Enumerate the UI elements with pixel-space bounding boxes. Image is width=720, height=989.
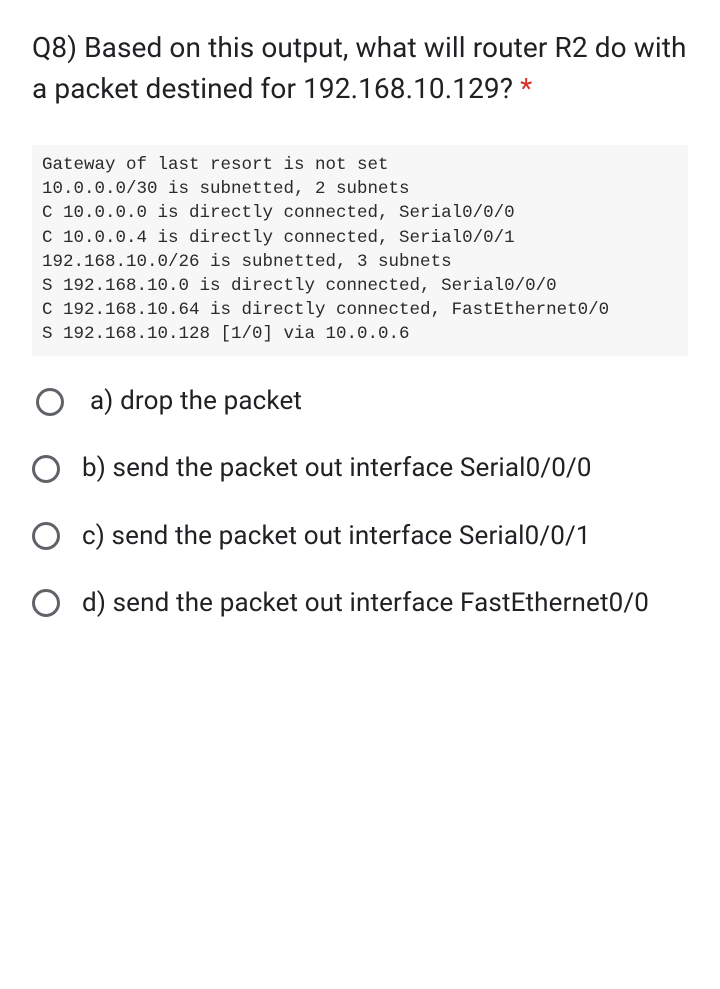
option-label-c: c) send the packet out interface Serial0…: [82, 519, 591, 554]
question-text: Q8) Based on this output, what will rout…: [32, 31, 687, 105]
option-d[interactable]: d) send the packet out interface FastEth…: [32, 586, 688, 621]
radio-icon: [32, 522, 60, 550]
option-a[interactable]: a) drop the packet: [32, 384, 688, 419]
question-title: Q8) Based on this output, what will rout…: [32, 28, 688, 109]
option-label-a: a) drop the packet: [90, 384, 302, 419]
radio-icon: [32, 589, 60, 617]
option-c[interactable]: c) send the packet out interface Serial0…: [32, 519, 688, 554]
radio-icon: [32, 455, 60, 483]
required-asterisk: *: [520, 72, 532, 105]
option-label-b: b) send the packet out interface Serial0…: [82, 451, 592, 486]
option-label-d: d) send the packet out interface FastEth…: [82, 586, 649, 621]
router-output-code: Gateway of last resort is not set 10.0.0…: [32, 145, 688, 356]
radio-icon: [36, 388, 64, 416]
answer-options: a) drop the packet b) send the packet ou…: [32, 384, 688, 620]
option-b[interactable]: b) send the packet out interface Serial0…: [32, 451, 688, 486]
